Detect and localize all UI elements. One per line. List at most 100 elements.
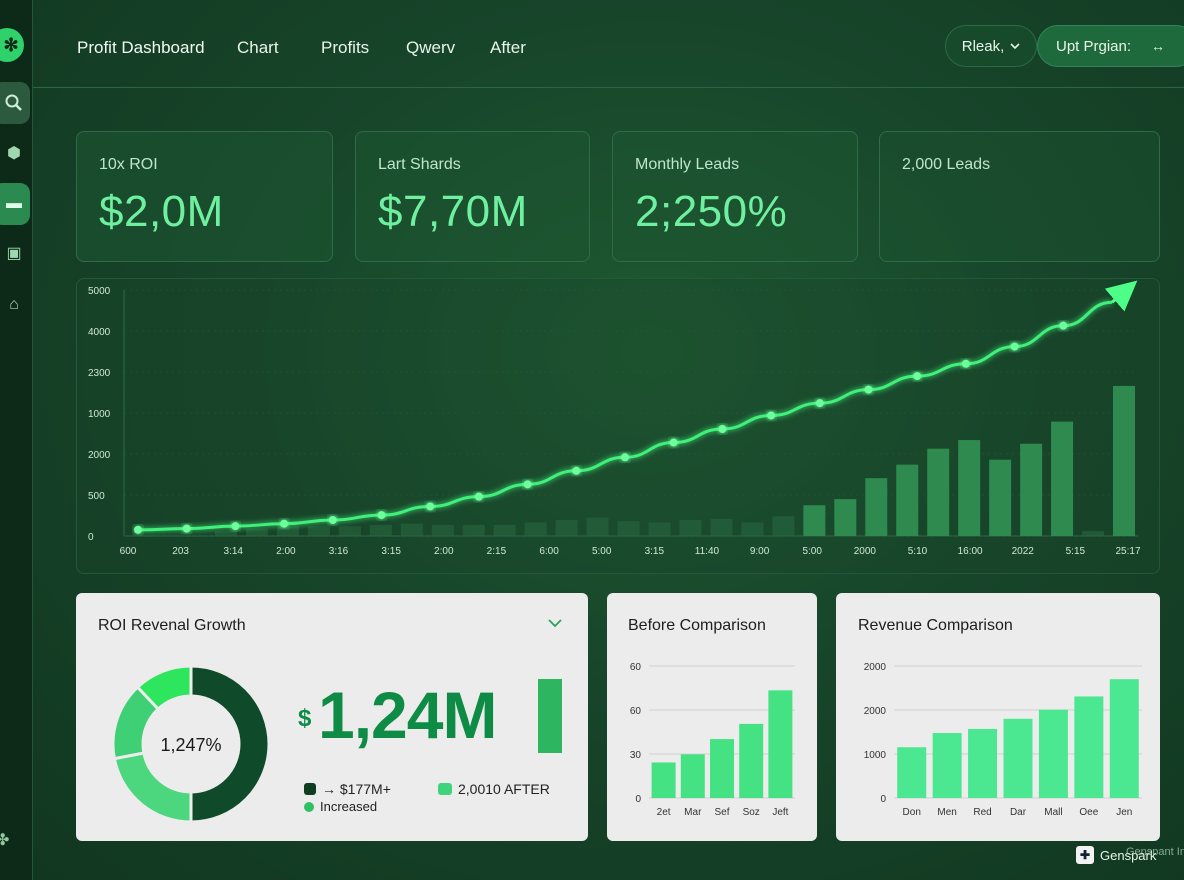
line-point: [621, 453, 629, 462]
bar: [932, 733, 962, 798]
line-point: [669, 438, 678, 447]
x-tick-label: 5:00: [592, 546, 612, 557]
bar: [431, 524, 454, 536]
roi-accent-bar: [538, 679, 562, 753]
x-tick-label: 3:15: [381, 546, 401, 557]
bar: [1109, 679, 1139, 798]
x-tick-label: 203: [172, 546, 189, 557]
line-point: [864, 385, 873, 394]
x-tick-label: 3:14: [224, 546, 244, 557]
kpi-card-leads: Monthly Leads 2;250%: [612, 131, 858, 262]
kpi-label: 2,000 Leads: [902, 156, 991, 173]
kpi-card-roi: 10x ROI $2,0M: [76, 131, 333, 262]
x-tick-label: 3:15: [645, 546, 665, 557]
y-tick-label: 5000: [88, 286, 111, 297]
bar: [680, 754, 705, 798]
nav-chart[interactable]: Chart: [237, 38, 279, 58]
y-tick-label: 2000: [88, 450, 111, 461]
line-point: [377, 511, 386, 520]
bar: [651, 762, 676, 798]
x-tick-label: Jen: [1116, 807, 1132, 818]
x-tick-label: Sef: [714, 807, 729, 818]
line-point: [572, 466, 581, 475]
y-tick-label: 30: [630, 750, 642, 761]
x-tick-label: 2:00: [276, 546, 296, 557]
y-tick-label: 60: [630, 706, 642, 717]
bar: [462, 524, 485, 536]
x-tick-label: 2et: [657, 807, 671, 818]
line-point: [523, 480, 532, 489]
bar: [586, 517, 609, 536]
nav-after[interactable]: After: [490, 38, 526, 58]
sidebar: ✻ ⬢ ▬ ▣ ⌂ ✤: [0, 0, 33, 880]
x-tick-label: Dar: [1010, 807, 1027, 818]
bar: [276, 526, 299, 536]
bar: [493, 524, 516, 536]
trend-arrow: [1104, 280, 1138, 312]
line-point: [280, 519, 289, 528]
bar: [834, 499, 857, 536]
y-tick-label: 2300: [88, 368, 111, 379]
arrow-right-icon: ↔: [1151, 38, 1166, 54]
line-point: [182, 524, 191, 533]
upgrade-button[interactable]: Upt Prgian: ↔: [1037, 25, 1184, 67]
bar: [1003, 718, 1033, 798]
bank-icon[interactable]: ⌂: [0, 284, 30, 326]
x-tick-label: Red: [973, 807, 991, 818]
nav-profits[interactable]: Profits: [321, 38, 369, 58]
bar: [524, 522, 547, 536]
bar: [897, 747, 927, 798]
kpi-label: 10x ROI: [99, 156, 158, 173]
bar: [772, 516, 795, 536]
x-tick-label: 2000: [854, 546, 877, 557]
bar: [617, 521, 640, 536]
x-tick-label: 16:00: [958, 546, 983, 557]
line-point: [767, 411, 776, 420]
y-tick-label: 4000: [88, 327, 111, 338]
before-comparison-card: Before Comparison 60 60 30 0 2et Mar Sef Soz Jef…: [607, 593, 817, 841]
apps-icon[interactable]: ✤: [0, 830, 9, 850]
chevron-down-icon[interactable]: [548, 615, 562, 633]
bar: [958, 440, 981, 536]
x-tick-label: Oee: [1079, 807, 1098, 818]
donut-slice: [112, 751, 193, 824]
line-point: [474, 492, 483, 501]
kpi-value: $7,70M: [378, 187, 528, 236]
bar: [1074, 696, 1104, 798]
bar: [739, 723, 764, 798]
line-point: [231, 522, 240, 531]
grid-icon[interactable]: ▣: [0, 232, 30, 274]
y-tick-label: 60: [630, 662, 642, 673]
search-icon[interactable]: [0, 82, 30, 124]
x-tick-label: Mall: [1044, 807, 1062, 818]
line-point: [426, 502, 435, 511]
donut-center-label: 1,247%: [160, 735, 221, 755]
legend-label: Increased: [320, 799, 378, 814]
bar: [1020, 443, 1043, 536]
y-tick-label: 0: [880, 794, 886, 805]
legend-item: 2,0010 AFTER: [438, 781, 550, 797]
revenue-comparison-chart: 2000 2000 1000 0 Don Men Red Dar Mall Oee Jen: [864, 662, 1142, 818]
y-tick-label: 2000: [864, 662, 887, 673]
revenue-comparison-card: Revenue Comparison 2000 2000 1000 0 Don Men Re…: [836, 593, 1160, 841]
y-tick-label: 0: [88, 532, 94, 543]
x-tick-label: Don: [903, 807, 921, 818]
chart-icon[interactable]: ▬: [0, 183, 30, 225]
x-tick-label: 3:16: [329, 546, 349, 557]
gear-icon[interactable]: ✻: [0, 28, 24, 62]
currency-symbol: $: [298, 705, 312, 732]
x-tick-label: 6:00: [539, 546, 559, 557]
roi-big-value: 1,24M: [318, 678, 497, 752]
period-select-value: Rleak,: [961, 37, 1005, 55]
bar: [865, 478, 888, 536]
x-tick-label: Men: [937, 807, 956, 818]
legend-item: Increased: [304, 799, 377, 814]
x-tick-label: 5:10: [908, 546, 928, 557]
period-select[interactable]: Rleak,: [945, 25, 1037, 67]
x-tick-label: 2022: [1012, 546, 1035, 557]
x-tick-label: 2:00: [434, 546, 454, 557]
box-icon[interactable]: ⬢: [0, 132, 30, 174]
legend-label: → $177M+: [322, 781, 391, 797]
line-point: [1059, 321, 1068, 330]
nav-qwerv[interactable]: Qwerv: [406, 38, 455, 58]
